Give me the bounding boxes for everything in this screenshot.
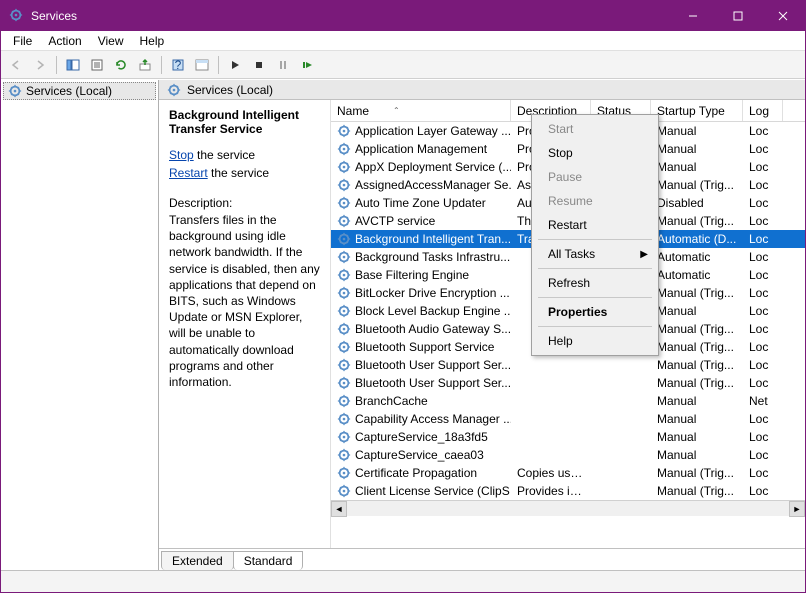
col-log[interactable]: Log: [743, 100, 783, 121]
start-service-button[interactable]: [224, 54, 246, 76]
restart-link[interactable]: Restart: [169, 164, 208, 182]
toolbar: ?: [1, 51, 805, 79]
main-area: Services (Local) Services (Local) Backgr…: [1, 79, 805, 570]
tree-root-services-local[interactable]: Services (Local): [3, 82, 156, 100]
statusbar: [1, 570, 805, 592]
help-button[interactable]: ?: [167, 54, 189, 76]
maximize-button[interactable]: [715, 1, 760, 31]
restart-service-button[interactable]: [296, 54, 318, 76]
properties-button[interactable]: [86, 54, 108, 76]
ctx-restart[interactable]: Restart: [534, 213, 656, 237]
scroll-left-button[interactable]: ◄: [331, 501, 347, 517]
service-list[interactable]: Name⌃ Description Status Startup Type Lo…: [331, 100, 805, 548]
tab-extended[interactable]: Extended: [161, 551, 234, 570]
table-row[interactable]: CaptureService_18a3fd5ManualLoc: [331, 428, 805, 446]
ctx-pause: Pause: [534, 165, 656, 189]
stop-service-button[interactable]: [248, 54, 270, 76]
description-pane: Background Intelligent Transfer Service …: [159, 100, 331, 548]
ctx-start: Start: [534, 117, 656, 141]
tab-standard[interactable]: Standard: [233, 551, 304, 570]
ctx-refresh[interactable]: Refresh: [534, 271, 656, 295]
menubar: File Action View Help: [1, 31, 805, 51]
view-tabs: Extended Standard: [159, 548, 805, 570]
ctx-resume: Resume: [534, 189, 656, 213]
action-button[interactable]: [191, 54, 213, 76]
window-title: Services: [31, 9, 670, 23]
close-button[interactable]: [760, 1, 805, 31]
table-row[interactable]: Certificate PropagationCopies user ...Ma…: [331, 464, 805, 482]
back-button[interactable]: [5, 54, 27, 76]
content-header: Services (Local): [159, 80, 805, 100]
show-hide-tree-button[interactable]: [62, 54, 84, 76]
menu-file[interactable]: File: [5, 32, 40, 50]
sort-arrow-icon: ⌃: [393, 106, 400, 115]
pause-service-button[interactable]: [272, 54, 294, 76]
ctx-stop[interactable]: Stop: [534, 141, 656, 165]
description-label: Description:: [169, 196, 320, 210]
ctx-help[interactable]: Help: [534, 329, 656, 353]
content-pane: Services (Local) Background Intelligent …: [159, 80, 805, 570]
app-icon: [9, 8, 25, 24]
tree-root-label: Services (Local): [26, 84, 112, 98]
svg-text:?: ?: [175, 58, 182, 72]
chevron-right-icon: ▶: [640, 249, 648, 260]
col-name[interactable]: Name⌃: [331, 100, 511, 121]
scroll-right-button[interactable]: ►: [789, 501, 805, 517]
tree-pane[interactable]: Services (Local): [1, 80, 159, 570]
table-row[interactable]: Capability Access Manager ...ManualLoc: [331, 410, 805, 428]
menu-view[interactable]: View: [90, 32, 132, 50]
table-row[interactable]: CaptureService_caea03ManualLoc: [331, 446, 805, 464]
export-button[interactable]: [134, 54, 156, 76]
context-menu: Start Stop Pause Resume Restart All Task…: [531, 114, 659, 356]
refresh-button[interactable]: [110, 54, 132, 76]
col-startup[interactable]: Startup Type: [651, 100, 743, 121]
titlebar[interactable]: Services: [1, 1, 805, 31]
content-header-title: Services (Local): [187, 83, 273, 97]
table-row[interactable]: Client License Service (ClipSProvides in…: [331, 482, 805, 500]
services-window: Services File Action View Help ?: [0, 0, 806, 593]
stop-link[interactable]: Stop: [169, 146, 194, 164]
description-text: Transfers files in the background using …: [169, 212, 320, 390]
horizontal-scrollbar[interactable]: ◄ ►: [331, 500, 805, 516]
menu-action[interactable]: Action: [40, 32, 89, 50]
table-row[interactable]: Bluetooth User Support Ser...Manual (Tri…: [331, 374, 805, 392]
table-row[interactable]: Bluetooth User Support Ser...Manual (Tri…: [331, 356, 805, 374]
selected-service-name: Background Intelligent Transfer Service: [169, 108, 320, 136]
table-row[interactable]: BranchCacheManualNet: [331, 392, 805, 410]
forward-button[interactable]: [29, 54, 51, 76]
ctx-all-tasks[interactable]: All Tasks▶: [534, 242, 656, 266]
menu-help[interactable]: Help: [132, 32, 173, 50]
ctx-properties[interactable]: Properties: [534, 300, 656, 324]
minimize-button[interactable]: [670, 1, 715, 31]
